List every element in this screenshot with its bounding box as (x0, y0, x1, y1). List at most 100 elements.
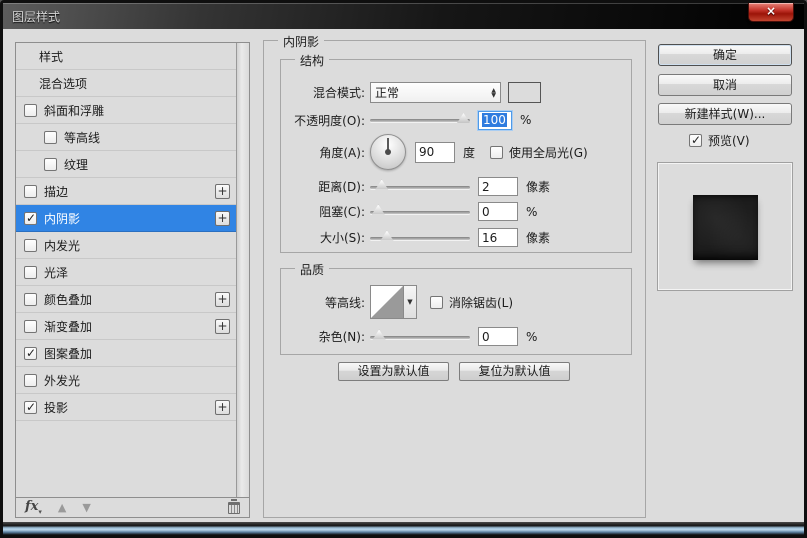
blend-mode-label: 混合模式: (312, 86, 365, 100)
distance-slider-thumb[interactable] (375, 179, 389, 190)
style-enable-checkbox[interactable] (24, 346, 37, 360)
style-item-label: 渐变叠加 (44, 319, 93, 334)
style-enable-checkbox[interactable] (44, 157, 57, 171)
contour-dropdown-icon[interactable]: ▼ (404, 285, 417, 319)
size-slider[interactable] (370, 230, 470, 245)
preview-box (657, 162, 793, 291)
style-list-item[interactable]: 颜色叠加 + (16, 286, 236, 313)
style-enable-checkbox[interactable] (24, 265, 37, 279)
style-enable-checkbox[interactable] (24, 373, 37, 387)
effects-toolbar: fx▾ ▲ ▼ (15, 497, 250, 518)
inner-shadow-panel: 内阴影 结构 品质 混合模式: 正常 ▲ ▼ 不透明度(O): 100 % 角度… (263, 33, 646, 518)
style-list-item[interactable]: 投影 + (16, 394, 236, 421)
duplicate-effect-button[interactable]: + (215, 318, 230, 334)
opacity-input[interactable]: 100 (478, 110, 512, 130)
angle-unit: 度 (463, 145, 476, 160)
close-button[interactable]: × (748, 3, 794, 22)
noise-slider-thumb[interactable] (372, 329, 386, 340)
angle-input[interactable]: 90 (415, 141, 455, 163)
size-label: 大小(S): (319, 231, 365, 245)
choke-input[interactable]: 0 (478, 202, 518, 221)
style-enable-checkbox[interactable] (44, 130, 57, 144)
contour-label: 等高线: (324, 295, 365, 310)
move-effect-up-icon[interactable]: ▲ (58, 501, 66, 514)
duplicate-effect-button[interactable]: + (215, 291, 230, 307)
blend-mode-select[interactable]: 正常 ▲ ▼ (370, 82, 501, 103)
style-item-label: 斜面和浮雕 (44, 103, 105, 118)
styles-scrollbar[interactable] (236, 43, 249, 497)
style-list-item[interactable]: 样式 + (16, 43, 236, 70)
titlebar[interactable]: 图层样式 (3, 3, 804, 29)
size-input[interactable]: 16 (478, 228, 518, 247)
global-light-label: 使用全局光(G) (509, 145, 588, 160)
angle-center-dot (385, 149, 391, 155)
style-item-label: 颜色叠加 (44, 292, 93, 307)
distance-unit: 像素 (526, 180, 551, 194)
choke-slider-thumb[interactable] (371, 204, 385, 215)
shadow-color-swatch[interactable] (508, 82, 541, 103)
ok-button[interactable]: 确定 (658, 44, 792, 66)
style-item-label: 等高线 (64, 130, 101, 145)
style-list-item[interactable]: 斜面和浮雕 + (16, 97, 236, 124)
style-list-item[interactable]: 外发光 + (16, 367, 236, 394)
choke-slider[interactable] (370, 204, 470, 219)
style-item-label: 内阴影 (44, 211, 81, 226)
style-item-label: 外发光 (44, 373, 81, 388)
choke-unit: % (526, 204, 538, 219)
style-item-label: 光泽 (44, 265, 69, 280)
duplicate-effect-button[interactable]: + (215, 399, 230, 415)
size-unit: 像素 (526, 231, 551, 245)
opacity-unit: % (520, 113, 532, 127)
fx-menu-icon[interactable]: fx▾ (25, 499, 42, 516)
style-items-container: 样式 + 混合选项 + 斜面和浮雕 + 等高线 + 纹理 + 描边 + 内阴影 … (16, 43, 236, 497)
style-list-item[interactable]: 混合选项 + (16, 70, 236, 97)
style-enable-checkbox[interactable] (24, 319, 37, 333)
style-enable-checkbox[interactable] (24, 103, 37, 117)
delete-effect-icon[interactable] (228, 498, 240, 514)
style-item-label: 内发光 (44, 238, 81, 253)
style-list-item[interactable]: 光泽 + (16, 259, 236, 286)
preview-checkbox[interactable] (689, 133, 702, 147)
spinner-arrows-icon: ▲ ▼ (491, 86, 496, 99)
reset-default-button[interactable]: 复位为默认值 (459, 362, 570, 381)
style-enable-checkbox[interactable] (24, 184, 37, 198)
global-light-checkbox[interactable] (490, 145, 504, 159)
noise-input[interactable]: 0 (478, 327, 518, 346)
style-list-item[interactable]: 渐变叠加 + (16, 313, 236, 340)
style-list-item[interactable]: 内发光 + (16, 232, 236, 259)
antialias-checkbox[interactable] (430, 295, 443, 309)
new-style-button[interactable]: 新建样式(W)... (658, 103, 792, 125)
preview-label: 预览(V) (708, 134, 750, 148)
noise-slider[interactable] (370, 329, 470, 344)
layer-style-dialog: 图层样式 × 样式 + 混合选项 + 斜面和浮雕 + 等高线 + 纹理 + 描边… (0, 0, 807, 538)
distance-input[interactable]: 2 (478, 177, 518, 196)
angle-label: 角度(A): (319, 145, 365, 160)
style-list-item[interactable]: 纹理 + (16, 151, 236, 178)
blend-mode-value: 正常 (375, 86, 400, 100)
contour-thumbnail[interactable] (370, 285, 404, 319)
style-list-item[interactable]: 图案叠加 + (16, 340, 236, 367)
angle-dial[interactable] (370, 134, 406, 170)
style-item-label: 样式 (39, 49, 64, 64)
set-default-button[interactable]: 设置为默认值 (338, 362, 449, 381)
style-enable-checkbox[interactable] (24, 211, 37, 225)
style-list-item[interactable]: 内阴影 + (16, 205, 236, 232)
style-list-item[interactable]: 描边 + (16, 178, 236, 205)
duplicate-effect-button[interactable]: + (215, 210, 230, 226)
cancel-button[interactable]: 取消 (658, 74, 792, 96)
size-slider-thumb[interactable] (380, 230, 394, 241)
move-effect-down-icon[interactable]: ▼ (82, 501, 90, 514)
opacity-slider-thumb[interactable] (457, 113, 470, 123)
style-enable-checkbox[interactable] (24, 238, 37, 252)
style-list-item[interactable]: 等高线 + (16, 124, 236, 151)
duplicate-effect-button[interactable]: + (215, 183, 230, 199)
style-enable-checkbox[interactable] (24, 292, 37, 306)
distance-slider[interactable] (370, 179, 470, 194)
styles-list: 样式 + 混合选项 + 斜面和浮雕 + 等高线 + 纹理 + 描边 + 内阴影 … (15, 42, 250, 498)
window-title: 图层样式 (12, 9, 61, 24)
style-enable-checkbox[interactable] (24, 400, 37, 414)
opacity-slider[interactable] (370, 113, 470, 127)
close-icon: × (765, 4, 777, 18)
style-item-label: 图案叠加 (44, 346, 93, 361)
antialias-label: 消除锯齿(L) (449, 295, 514, 310)
